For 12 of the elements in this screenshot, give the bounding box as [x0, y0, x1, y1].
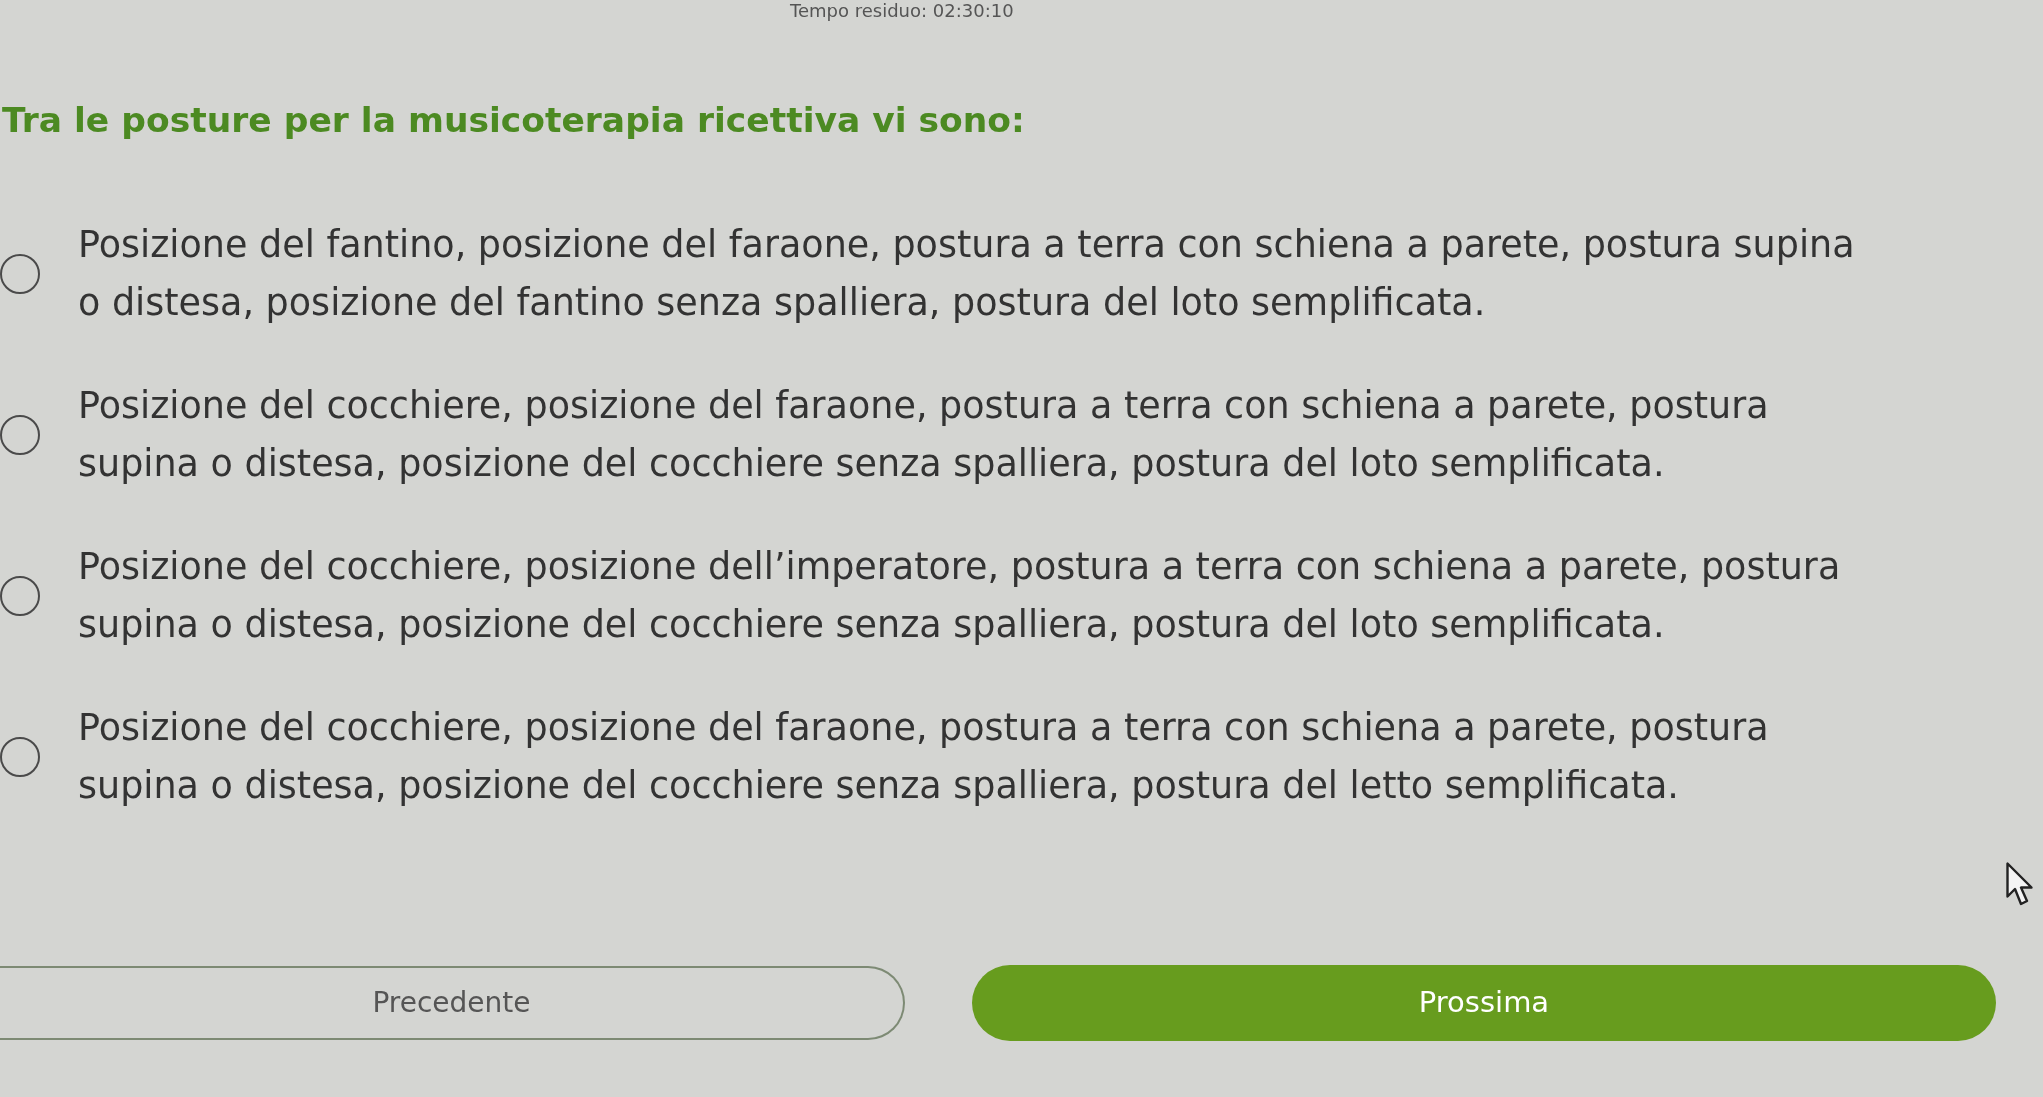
mouse-cursor-icon: [2006, 862, 2036, 907]
answer-option-text[interactable]: Posizione del fantino, posizione del faraone, postura a terra con schiena a parete, postura supina o distesa, posizione del fantino senza spalliera, postura del loto semplificata.: [78, 216, 1873, 332]
previous-button[interactable]: Precedente: [0, 966, 905, 1040]
answer-option-text[interactable]: Posizione del cocchiere, posizione del faraone, postura a terra con schiena a parete, postura supina o distesa, posizione del cocchiere senza spalliera, postura del letto semplificata.: [78, 699, 1873, 815]
radio-button[interactable]: [0, 254, 40, 294]
timer-text: Tempo residuo: 02:30:10: [790, 0, 1014, 22]
question-heading: Tra le posture per la musicoterapia ricettiva vi sono:: [1, 99, 1025, 142]
radio-button[interactable]: [0, 576, 40, 616]
answer-option-text[interactable]: Posizione del cocchiere, posizione dell’imperatore, postura a terra con schiena a parete, postura supina o distesa, posizione del cocchiere senza spalliera, postura del loto semplificata.: [78, 538, 1873, 654]
answer-option-text[interactable]: Posizione del cocchiere, posizione del faraone, postura a terra con schiena a parete, postura supina o distesa, posizione del cocchiere senza spalliera, postura del loto semplificata.: [78, 377, 1873, 493]
radio-button[interactable]: [0, 415, 40, 455]
radio-button[interactable]: [0, 737, 40, 777]
